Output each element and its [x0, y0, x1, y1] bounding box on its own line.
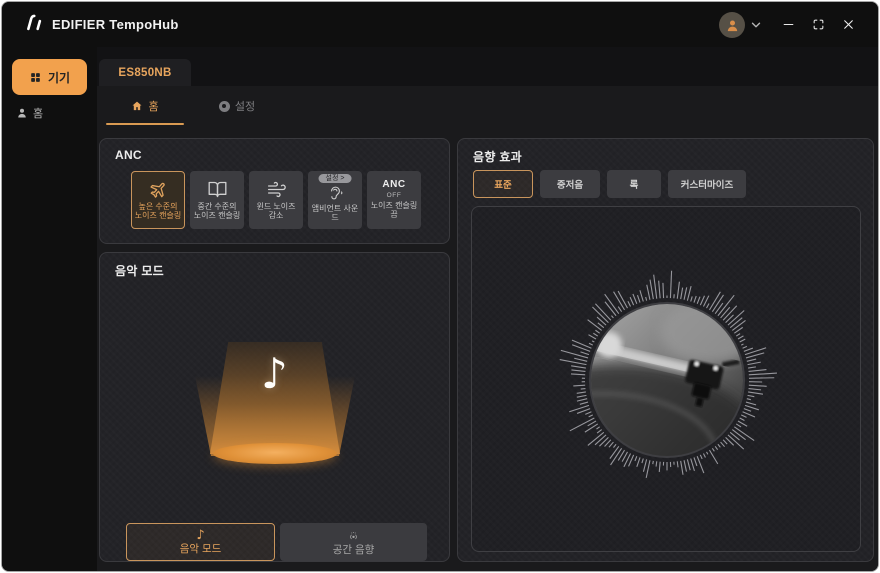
maximize-button[interactable] [808, 14, 828, 34]
preset-rock-label: 록 [629, 180, 639, 191]
sidebar-item-home[interactable]: 홈 [16, 103, 43, 123]
subtab-settings[interactable]: 설정 [198, 94, 276, 118]
user-avatar[interactable] [719, 12, 745, 38]
edifier-logo-icon [27, 14, 42, 31]
tab-es850nb-label: ES850NB [118, 66, 172, 79]
sound-visual-panel [471, 206, 861, 552]
home-icon [132, 101, 142, 111]
preset-row: 표준 중저음 록 커스터마이즈 [473, 170, 746, 198]
user-icon [18, 108, 26, 118]
preset-bass[interactable]: 중저음 [540, 170, 600, 198]
anc-mode-high[interactable]: 높은 수준의 노이즈 캔슬링 [131, 171, 185, 229]
music-mode-section: 음악 모드 ♪ ♪ 음악 모드 공간 음향 [99, 252, 450, 562]
music-mode-button[interactable]: ♪ 음악 모드 [126, 523, 275, 561]
titlebar: EDIFIER TempoHub [2, 2, 878, 47]
preset-rock[interactable]: 록 [607, 170, 661, 198]
subtab-home-label: 홈 [148, 101, 159, 113]
sidebar-item-device[interactable]: 기기 [12, 59, 87, 95]
anc-mode-wind-label: 윈드 노이즈 감소 [256, 202, 296, 220]
music-mode-button-label: 음악 모드 [179, 543, 222, 555]
close-icon [843, 19, 853, 29]
sound-effect-section: 음향 효과 표준 중저음 록 커스터마이즈 [457, 138, 874, 562]
minimize-icon [783, 23, 793, 25]
chevron-down-icon[interactable] [749, 18, 763, 32]
anc-mode-wind[interactable]: 윈드 노이즈 감소 [249, 171, 303, 229]
preset-standard-label: 표준 [494, 180, 512, 191]
maximize-icon [813, 19, 823, 29]
anc-mode-off-label: 노이즈 캔슬링 끔 [370, 201, 418, 219]
preset-customize-label: 커스터마이즈 [680, 180, 734, 191]
anc-mode-high-label: 높은 수준의 노이즈 캔슬링 [134, 202, 182, 220]
music-mode-button-row: ♪ 음악 모드 공간 음향 [126, 523, 427, 561]
minimize-button[interactable] [778, 14, 798, 34]
turntable-photo-image [591, 304, 743, 456]
sidebar-item-home-label: 홈 [33, 108, 44, 120]
anc-off-text: ANC [382, 179, 406, 190]
anc-section: ANC 높은 수준의 노이즈 캔슬링 중간 수준의 노이즈 캔슬링 윈드 노이즈… [99, 138, 450, 244]
wind-icon [267, 181, 286, 198]
anc-section-title: ANC [115, 148, 142, 162]
content-area: 홈 설정 ANC 높은 수준의 노이즈 캔슬링 중간 수준의 노이즈 캔슬링 윈… [97, 86, 878, 571]
spatial-audio-button-label: 공간 음향 [332, 543, 375, 556]
anc-off-subtext: OFF [386, 192, 402, 199]
ear-icon [330, 186, 342, 200]
spotlight-pool [213, 443, 337, 464]
anc-mode-ambient-label: 앰비언트 사운드 [311, 204, 359, 222]
tab-es850nb[interactable]: ES850NB [99, 59, 191, 86]
app-title: EDIFIER TempoHub [52, 17, 179, 32]
sound-effect-title: 음향 효과 [473, 150, 522, 164]
anc-mode-medium[interactable]: 중간 수준의 노이즈 캔슬링 [190, 171, 244, 229]
grid-icon [31, 72, 40, 82]
close-button[interactable] [838, 14, 858, 34]
anc-mode-row: 높은 수준의 노이즈 캔슬링 중간 수준의 노이즈 캔슬링 윈드 노이즈 감소 … [131, 171, 421, 229]
music-note-icon: ♪ [196, 528, 205, 543]
anc-mode-medium-label: 중간 수준의 노이즈 캔슬링 [193, 202, 241, 220]
subtab-bar: 홈 설정 [106, 94, 276, 118]
sidebar-item-device-label: 기기 [47, 70, 71, 85]
music-note-icon: ♪ [261, 349, 288, 398]
sidebar: 기기 홈 [2, 47, 97, 571]
anc-mode-ambient[interactable]: 설정 > 앰비언트 사운드 [308, 171, 362, 229]
preset-customize[interactable]: 커스터마이즈 [668, 170, 746, 198]
anc-mode-off[interactable]: ANC OFF 노이즈 캔슬링 끔 [367, 171, 421, 229]
subtab-settings-label: 설정 [234, 101, 256, 113]
subtab-home[interactable]: 홈 [106, 94, 184, 118]
device-tab-bar: ES850NB [97, 47, 878, 86]
user-icon [727, 20, 737, 31]
turntable-photo [589, 302, 745, 458]
music-mode-title: 음악 모드 [115, 264, 164, 278]
ambient-settings-badge[interactable]: 설정 > [318, 174, 352, 183]
spatial-audio-button[interactable]: 공간 음향 [280, 523, 427, 561]
gear-icon [218, 100, 230, 112]
preset-standard[interactable]: 표준 [473, 170, 533, 198]
app-window: EDIFIER TempoHub 기기 홈 ES850NB 홈 설정 ANC 높… [1, 1, 879, 572]
active-subtab-underline [106, 123, 184, 125]
airplane-icon [149, 182, 165, 198]
book-icon [208, 181, 226, 198]
spatial-audio-icon [350, 531, 357, 539]
preset-bass-label: 중저음 [556, 180, 584, 191]
